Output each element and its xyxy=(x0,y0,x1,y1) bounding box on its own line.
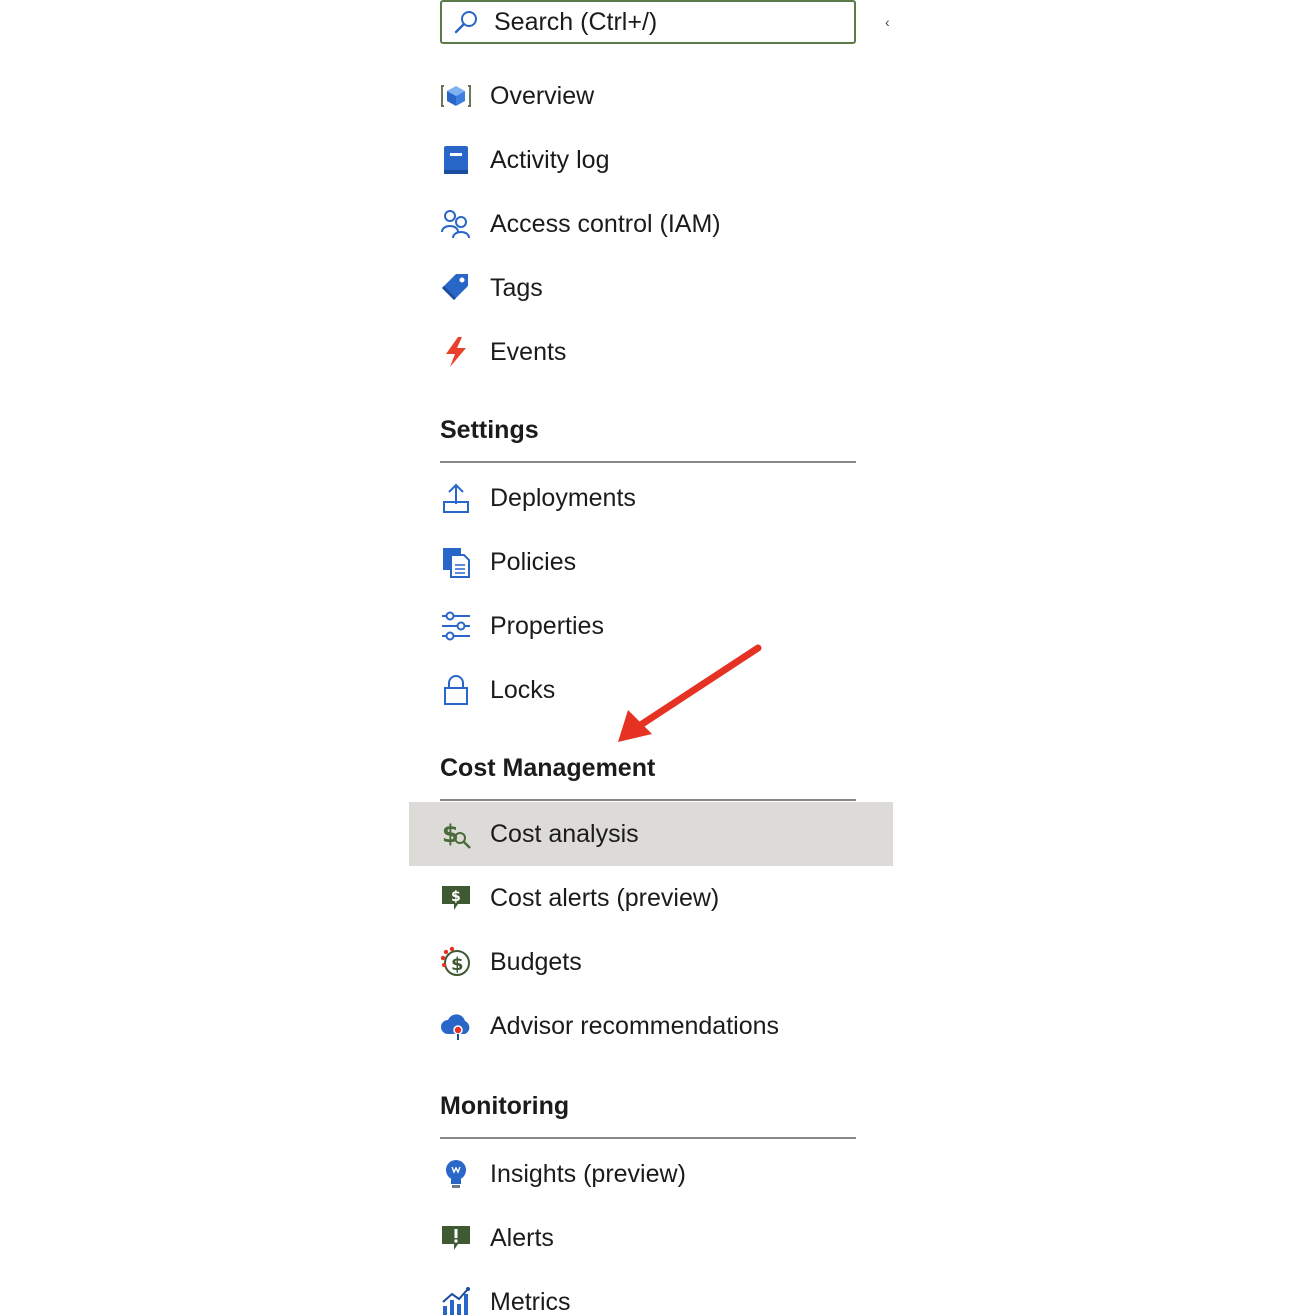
advisor-cloud-icon xyxy=(440,1010,472,1042)
budget-icon: $ xyxy=(440,946,472,978)
menu-item-budgets[interactable]: $ Budgets xyxy=(409,930,893,994)
svg-text:$: $ xyxy=(451,889,461,905)
people-icon xyxy=(440,208,472,240)
menu-item-label: Advisor recommendations xyxy=(490,1011,780,1040)
menu-item-events[interactable]: Events xyxy=(409,320,893,384)
annotation-arrow xyxy=(618,644,762,742)
sliders-icon xyxy=(440,610,472,642)
menu-item-label: Locks xyxy=(490,675,556,704)
menu-item-tags[interactable]: Tags xyxy=(409,256,893,320)
alert-icon xyxy=(440,1222,472,1254)
menu-item-advisor-recommendations[interactable]: Advisor recommendations xyxy=(409,994,893,1058)
svg-text:$: $ xyxy=(451,954,464,975)
resource-menu-panel: ‹ Overview Activity log xyxy=(0,0,1303,1315)
menu-item-label: Deployments xyxy=(490,483,636,512)
menu-item-cost-analysis[interactable]: $ Cost analysis xyxy=(409,802,893,866)
section-divider xyxy=(440,461,856,463)
menu-item-access-control[interactable]: Access control (IAM) xyxy=(409,192,893,256)
cost-analysis-icon: $ xyxy=(440,818,472,850)
menu-item-label: Cost alerts (preview) xyxy=(490,883,720,912)
menu-item-label: Events xyxy=(490,337,567,366)
menu-item-label: Access control (IAM) xyxy=(490,209,721,238)
menu-item-label: Activity log xyxy=(490,145,610,174)
menu-item-cost-alerts[interactable]: $ Cost alerts (preview) xyxy=(409,866,893,930)
activity-log-book-icon xyxy=(440,144,472,176)
lightbulb-icon xyxy=(440,1158,472,1190)
search-box[interactable] xyxy=(440,0,856,44)
overview-cube-icon xyxy=(440,80,472,112)
tag-icon xyxy=(440,272,472,304)
section-divider xyxy=(440,799,856,801)
menu-item-label: Budgets xyxy=(490,947,582,976)
menu-item-label: Tags xyxy=(490,273,543,302)
collapse-menu-icon[interactable]: ‹ xyxy=(885,14,890,30)
section-divider xyxy=(440,1137,856,1139)
section-header-monitoring: Monitoring xyxy=(440,1092,570,1120)
menu-item-label: Properties xyxy=(490,611,604,640)
menu-item-deployments[interactable]: Deployments xyxy=(409,466,893,530)
menu-item-metrics[interactable]: Metrics xyxy=(409,1270,893,1315)
menu-item-insights[interactable]: Insights (preview) xyxy=(409,1142,893,1206)
search-icon xyxy=(454,11,477,34)
menu-item-label: Insights (preview) xyxy=(490,1159,686,1188)
menu-item-label: Alerts xyxy=(490,1223,554,1252)
menu-item-label: Cost analysis xyxy=(490,819,639,848)
cost-alert-icon: $ xyxy=(440,882,472,914)
menu-item-policies[interactable]: Policies xyxy=(409,530,893,594)
menu-item-overview[interactable]: Overview xyxy=(409,64,893,128)
menu-item-label: Metrics xyxy=(490,1287,571,1315)
policy-document-icon xyxy=(440,546,472,578)
metrics-chart-icon xyxy=(440,1286,472,1315)
menu-item-alerts[interactable]: Alerts xyxy=(409,1206,893,1270)
upload-icon xyxy=(440,482,472,514)
search-input[interactable] xyxy=(492,6,836,38)
lightning-bolt-icon xyxy=(440,336,472,368)
menu-item-activity-log[interactable]: Activity log xyxy=(409,128,893,192)
section-header-settings: Settings xyxy=(440,416,539,444)
lock-icon xyxy=(440,674,472,706)
menu-item-label: Policies xyxy=(490,547,577,576)
menu-item-label: Overview xyxy=(490,81,595,110)
